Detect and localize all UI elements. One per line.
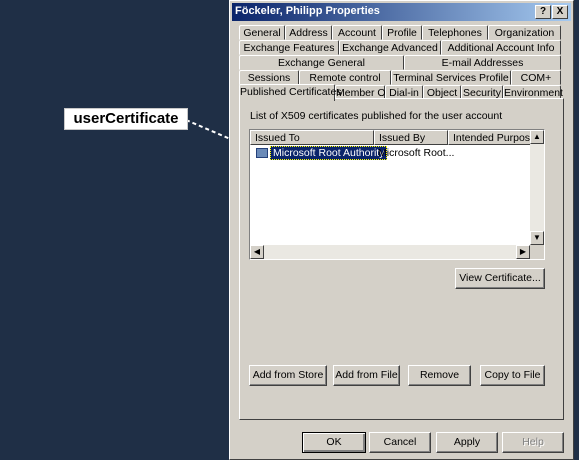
tab-published-certificates[interactable]: Published Certificates [239, 84, 342, 101]
scroll-corner [530, 245, 544, 259]
vertical-scrollbar[interactable]: ▲ ▼ [530, 130, 544, 245]
certificate-icon [256, 148, 268, 158]
scroll-left-icon[interactable]: ◀ [250, 245, 264, 259]
scroll-down-icon[interactable]: ▼ [530, 231, 544, 245]
close-icon[interactable]: X [552, 5, 568, 19]
window-title: Föckeler, Philipp Properties [235, 5, 380, 17]
list-header: Issued To Issued By Intended Purposes [250, 130, 544, 145]
cell-issued-by: Microsoft Root... [378, 147, 455, 159]
view-certificate-button[interactable]: View Certificate... [455, 268, 545, 289]
remove-button[interactable]: Remove [408, 365, 471, 386]
scroll-right-icon[interactable]: ▶ [516, 245, 530, 259]
tab-email-addresses[interactable]: E-mail Addresses [404, 55, 561, 70]
apply-button[interactable]: Apply [436, 432, 498, 453]
tab-sessions[interactable]: Sessions [239, 70, 299, 85]
help-title-button[interactable]: ? [535, 5, 551, 19]
cell-issued-to: Microsoft Root Authority [270, 146, 388, 160]
title-bar[interactable]: Föckeler, Philipp Properties ? X [232, 3, 571, 21]
certificate-list-label: List of X509 certificates published for … [250, 110, 503, 122]
column-header-issued-by[interactable]: Issued By [374, 130, 448, 145]
tab-remote-control[interactable]: Remote control [299, 70, 391, 85]
callout-label: userCertificate [64, 108, 188, 130]
scroll-up-icon[interactable]: ▲ [530, 130, 544, 144]
certificate-list[interactable]: Issued To Issued By Intended Purposes Mi… [249, 129, 545, 260]
column-header-issued-to[interactable]: Issued To [250, 130, 374, 145]
tab-address[interactable]: Address [285, 25, 332, 40]
cancel-button[interactable]: Cancel [369, 432, 431, 453]
copy-to-file-button[interactable]: Copy to File [480, 365, 545, 386]
tab-profile[interactable]: Profile [382, 25, 422, 40]
list-item[interactable]: Microsoft Root Authority Microsoft Root.… [252, 146, 530, 160]
tab-terminal-services-profile[interactable]: Terminal Services Profile [391, 70, 511, 85]
horizontal-scrollbar[interactable]: ◀ ▶ [250, 245, 530, 259]
tab-exchange-general[interactable]: Exchange General [239, 55, 404, 70]
tab-account[interactable]: Account [332, 25, 382, 40]
tab-exchange-features[interactable]: Exchange Features [239, 40, 339, 55]
tab-organization[interactable]: Organization [488, 25, 561, 40]
tab-exchange-advanced[interactable]: Exchange Advanced [339, 40, 441, 55]
add-from-file-button[interactable]: Add from File [333, 365, 400, 386]
tab-com-plus[interactable]: COM+ [511, 70, 561, 85]
add-from-store-button[interactable]: Add from Store [249, 365, 327, 386]
tab-additional-account-info[interactable]: Additional Account Info [441, 40, 561, 55]
tab-general[interactable]: General [239, 25, 285, 40]
help-button: Help [502, 432, 564, 453]
tab-telephones[interactable]: Telephones [422, 25, 488, 40]
ok-button[interactable]: OK [302, 432, 366, 453]
